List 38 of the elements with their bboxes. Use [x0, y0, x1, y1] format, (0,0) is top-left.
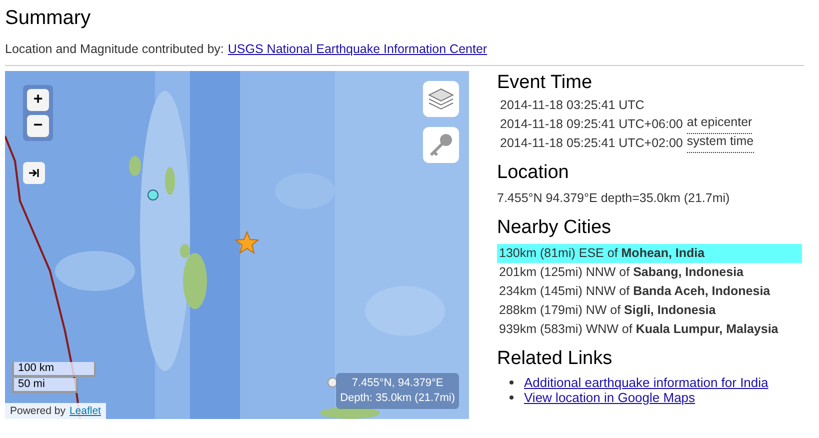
city-row[interactable]: 939km (583mi) WNW of Kuala Lumpur, Malaysia	[497, 320, 802, 339]
leaflet-link[interactable]: Leaflet	[69, 402, 101, 419]
time-text: 2014-11-18 03:25:41 UTC	[500, 96, 644, 114]
bullet-icon	[509, 394, 514, 400]
city-row[interactable]: 234km (145mi) NNW of Banda Aceh, Indonesia	[497, 282, 802, 301]
city-row[interactable]: 288km (179mi) NW of Sigli, Indonesia	[497, 300, 802, 320]
contributor-link[interactable]: USGS National Earthquake Information Center	[228, 40, 488, 59]
attribution-label: Powered by	[10, 404, 66, 419]
section-heading: Related Links	[497, 346, 614, 371]
legend-button[interactable]	[423, 126, 459, 163]
layers-button[interactable]	[423, 80, 459, 117]
depth-text: Depth: 35.0km (21.7mi)	[340, 390, 455, 406]
time-text: 2014-11-18 05:25:41 UTC+02:00	[500, 134, 683, 152]
page-title: Summary	[5, 6, 92, 30]
related-link[interactable]: View location in Google Maps	[524, 390, 696, 405]
coordinates-text: 7.455°N, 94.379°E	[352, 376, 444, 391]
arrow-to-bar-icon	[29, 168, 39, 177]
layers-icon	[428, 86, 454, 111]
time-text: 2014-11-18 09:25:41 UTC+06:00	[500, 116, 683, 133]
city-row[interactable]: 130km (81mi) ESE of Mohean, India	[497, 244, 802, 263]
section-heading: Event Time	[497, 70, 594, 95]
time-note: system time	[686, 134, 754, 153]
key-icon	[428, 132, 454, 158]
scale-bar: 100 km	[12, 362, 96, 377]
section-heading: Location	[497, 160, 570, 185]
zoom-in-button[interactable]: +	[27, 88, 49, 111]
fit-bounds-button[interactable]	[23, 162, 45, 184]
scale-bar: 50 mi	[12, 378, 78, 393]
contributor-label: Location and Magnitude contributed by:	[5, 41, 224, 58]
location-text: 7.455°N 94.379°E depth=35.0km (21.7mi)	[497, 190, 731, 207]
island-drawing	[320, 406, 380, 419]
city-row[interactable]: 201km (125mi) NNW of Sabang, Indonesia	[497, 262, 802, 282]
epicenter-star-icon	[235, 230, 259, 254]
section-heading: Nearby Cities	[497, 216, 612, 240]
time-note: at epicenter	[686, 114, 752, 134]
bullet-icon	[509, 380, 514, 385]
related-link[interactable]: Additional earthquake information for India	[524, 374, 768, 390]
zoom-out-button[interactable]: −	[27, 114, 49, 137]
